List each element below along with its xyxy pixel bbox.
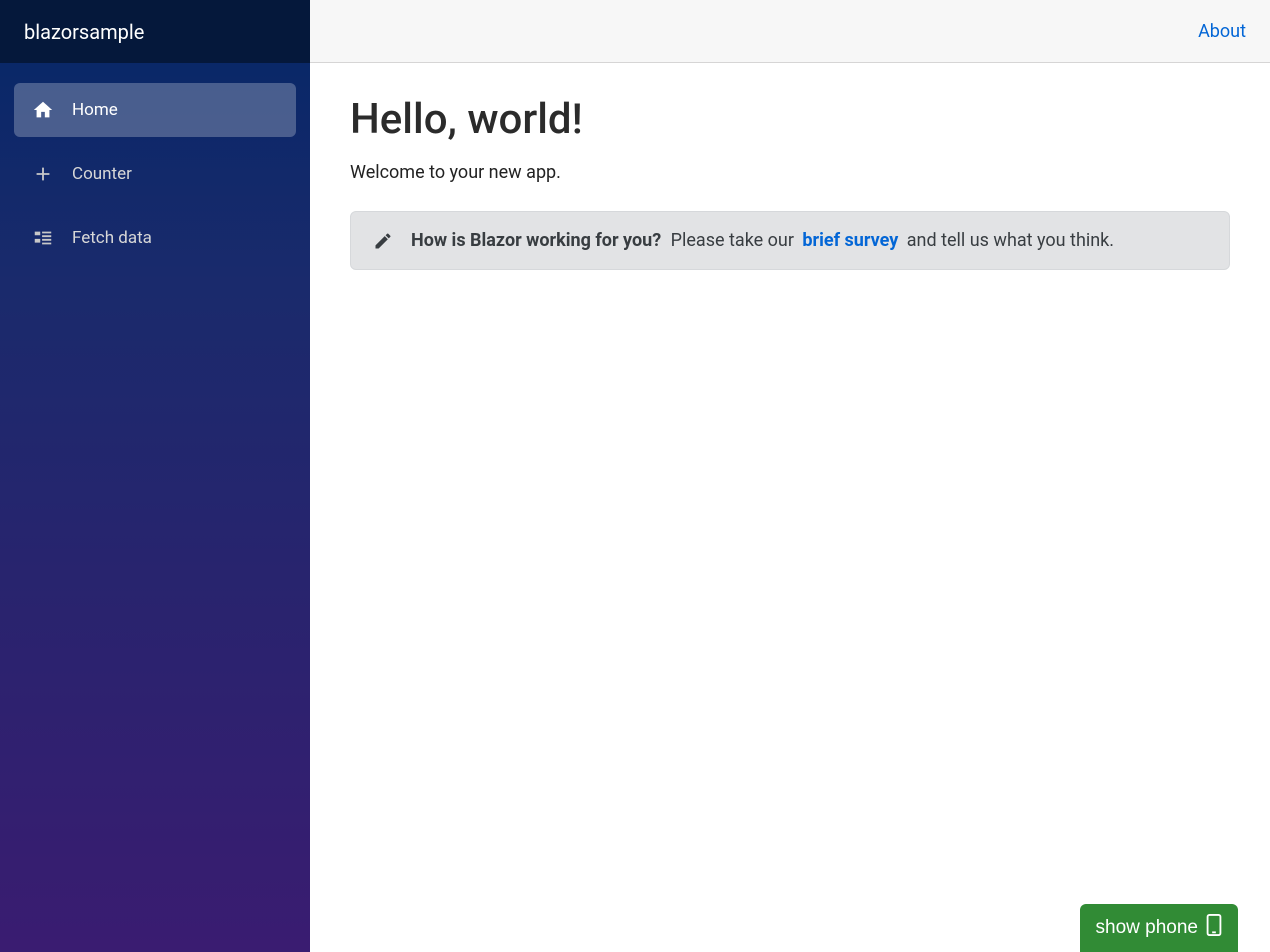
survey-text: How is Blazor working for you? Please ta… (411, 230, 1114, 251)
show-phone-button[interactable]: show phone (1080, 904, 1238, 952)
home-icon (32, 99, 54, 121)
list-icon (32, 227, 54, 249)
welcome-text: Welcome to your new app. (350, 162, 1230, 183)
sidebar-nav: Home Counter Fetch data (0, 63, 310, 275)
pencil-icon (373, 231, 393, 251)
page-title: Hello, world! (350, 95, 1230, 144)
sidebar-item-label: Counter (72, 164, 132, 184)
sidebar-item-home[interactable]: Home (14, 83, 296, 137)
survey-bold: How is Blazor working for you? (411, 230, 661, 251)
survey-suffix: and tell us what you think. (907, 230, 1114, 251)
survey-alert: How is Blazor working for you? Please ta… (350, 211, 1230, 270)
plus-icon (32, 163, 54, 185)
main-area: About Hello, world! Welcome to your new … (310, 0, 1270, 952)
show-phone-label: show phone (1096, 917, 1198, 939)
sidebar-brand[interactable]: blazorsample (0, 0, 310, 63)
about-link[interactable]: About (1198, 21, 1246, 42)
content: Hello, world! Welcome to your new app. H… (310, 63, 1270, 294)
sidebar-item-fetch-data[interactable]: Fetch data (14, 211, 296, 265)
sidebar-item-label: Fetch data (72, 228, 152, 248)
sidebar-item-counter[interactable]: Counter (14, 147, 296, 201)
top-row: About (310, 0, 1270, 63)
phone-icon (1206, 914, 1222, 942)
survey-prefix: Please take our (671, 230, 794, 251)
survey-link[interactable]: brief survey (802, 230, 898, 251)
sidebar-item-label: Home (72, 100, 118, 120)
brand-label: blazorsample (24, 20, 144, 44)
sidebar: blazorsample Home Counter Fetch data (0, 0, 310, 952)
